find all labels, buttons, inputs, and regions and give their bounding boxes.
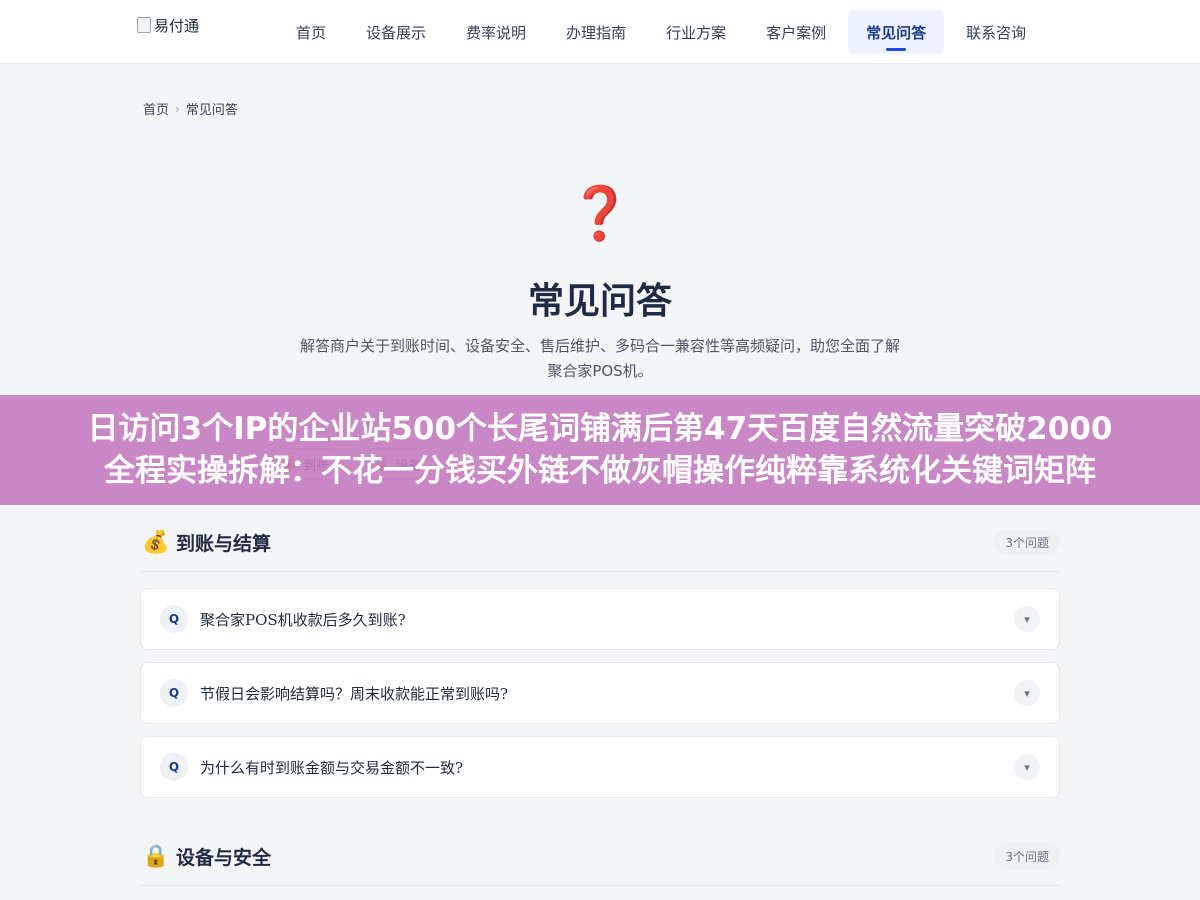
lock-icon: 🔒 [142,843,170,869]
breadcrumb: 首页 › 常见问答 [143,99,238,119]
faq-question: 为什么有时到账金额与交易金额不一致? [200,758,464,777]
logo[interactable]: 易付通 [137,15,199,49]
section-count-badge: 3个问题 [994,529,1060,555]
question-badge: Q [160,753,188,781]
site-header: 易付通 首页 设备展示 费率说明 办理指南 行业方案 客户案例 常见问答 联系咨… [0,0,1200,64]
breadcrumb-current: 常见问答 [185,103,238,118]
faq-question: 节假日会影响结算吗？周末收款能正常到账吗? [200,684,509,703]
section-divider [140,571,1060,572]
nav-item-contact[interactable]: 联系咨询 [948,10,1044,54]
chevron-down-icon[interactable]: ▾ [1014,680,1040,706]
section-divider [140,885,1060,886]
overlay-banner: 日访问3个IP的企业站500个长尾词铺满后第47天百度自然流量突破2000 全程… [0,395,1200,505]
banner-line-1: 日访问3个IP的企业站500个长尾词铺满后第47天百度自然流量突破2000 [87,411,1113,447]
money-bag-icon: 💰 [142,529,170,555]
section-title: 到账与结算 [176,532,272,555]
section-header-settlement: 💰 到账与结算 3个问题 [140,524,1060,560]
question-mark-icon: ❓ [567,184,633,244]
chevron-down-icon[interactable]: ▾ [1014,754,1040,780]
nav-item-devices[interactable]: 设备展示 [348,10,444,54]
main-nav: 首页 设备展示 费率说明 办理指南 行业方案 客户案例 常见问答 联系咨询 [278,10,1048,54]
section-header-security: 🔒 设备与安全 3个问题 [140,838,1060,874]
faq-item[interactable]: Q 节假日会影响结算吗？周末收款能正常到账吗? ▾ [140,662,1060,724]
nav-item-solutions[interactable]: 行业方案 [648,10,744,54]
section-count-badge: 3个问题 [994,843,1060,869]
question-badge: Q [160,679,188,707]
nav-item-rates[interactable]: 费率说明 [448,10,544,54]
nav-item-home[interactable]: 首页 [278,10,344,54]
nav-item-guide[interactable]: 办理指南 [548,10,644,54]
faq-item[interactable]: Q 为什么有时到账金额与交易金额不一致? ▾ [140,736,1060,798]
section-title: 设备与安全 [176,846,272,869]
logo-alt-text: 易付通 [154,17,200,35]
page-title: 常见问答 [527,281,672,322]
question-badge: Q [160,605,188,633]
broken-image-icon [137,17,151,33]
faq-item[interactable]: Q 聚合家POS机收款后多久到账? ▾ [140,588,1060,650]
nav-item-faq[interactable]: 常见问答 [848,10,945,54]
breadcrumb-home[interactable]: 首页 [143,99,169,118]
chevron-down-icon[interactable]: ▾ [1014,606,1040,632]
nav-item-cases[interactable]: 客户案例 [748,10,844,54]
breadcrumb-separator: › [175,101,180,116]
faq-question: 聚合家POS机收款后多久到账? [200,610,406,629]
banner-line-2: 全程实操拆解：不花一分钱买外链不做灰帽操作纯粹靠系统化关键词矩阵 [104,453,1096,489]
page-subtitle: 解答商户关于到账时间、设备安全、售后维护、多码合一兼容性等高频疑问，助您全面了解… [300,337,901,380]
